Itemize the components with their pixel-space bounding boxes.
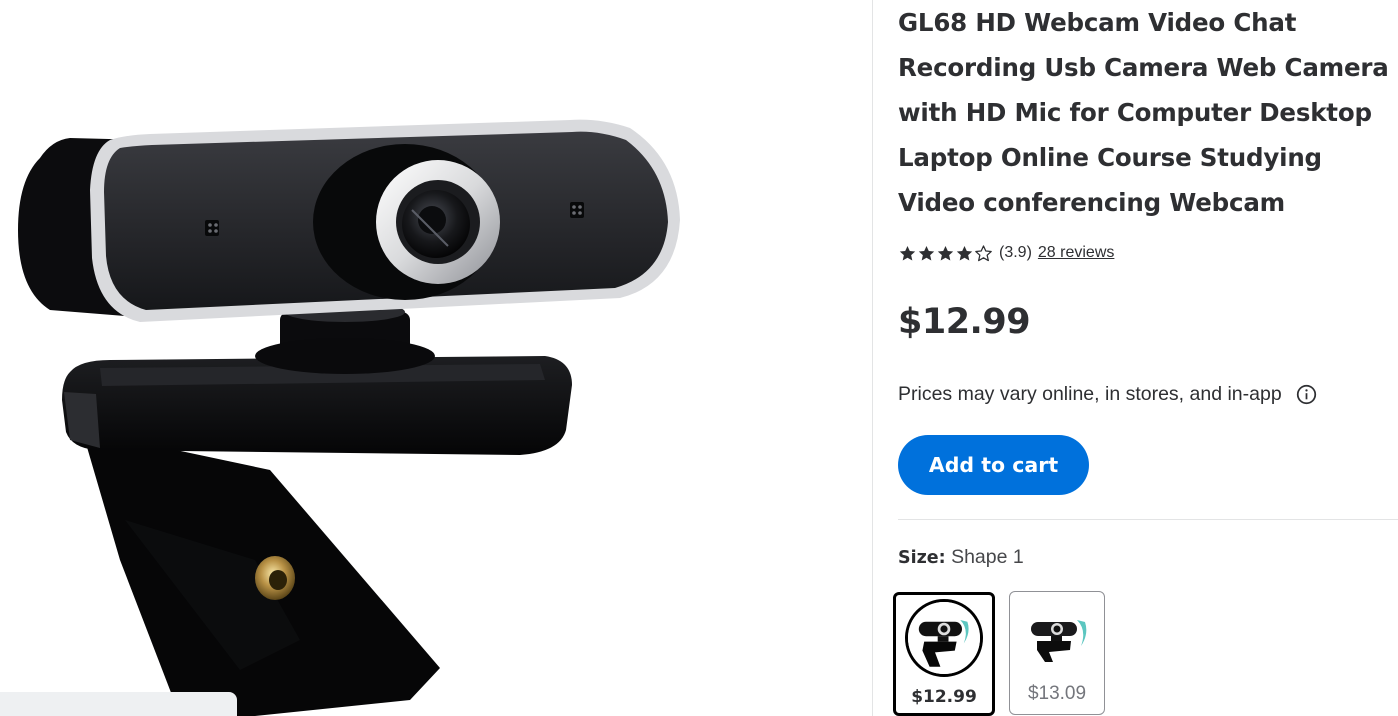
product-image-webcam[interactable] <box>0 0 872 716</box>
pane-divider <box>872 0 873 716</box>
star-filled-icon <box>899 245 916 261</box>
star-filled-icon <box>956 245 973 261</box>
product-title: GL68 HD Webcam Video Chat Recording Usb … <box>898 8 1389 217</box>
product-page: GL68 HD Webcam Video Chat Recording Usb … <box>0 0 1398 716</box>
variant-price: $12.99 <box>911 687 977 707</box>
rating-value: (3.9) <box>999 244 1032 261</box>
reviews-link[interactable]: 28 reviews <box>1038 244 1114 262</box>
star-filled-icon <box>937 245 954 261</box>
variant-thumbnail-image <box>1017 598 1097 678</box>
image-bottom-tab <box>0 692 237 716</box>
product-price: $12.99 <box>898 302 1031 342</box>
rating-stars <box>898 244 993 263</box>
star-filled-icon <box>918 245 935 261</box>
size-label: Size: Shape 1 <box>898 546 1024 569</box>
price-note: Prices may vary online, in stores, and i… <box>898 383 1317 406</box>
info-circle-icon[interactable] <box>1296 384 1317 405</box>
variant-price: $13.09 <box>1027 683 1087 704</box>
size-option-2[interactable]: $13.09 <box>1009 591 1105 715</box>
product-image-pane <box>0 0 872 716</box>
variant-thumbnail-image <box>905 599 983 677</box>
rating-row[interactable]: (3.9) 28 reviews <box>898 240 1114 266</box>
add-to-cart-button[interactable]: Add to cart <box>898 435 1089 495</box>
section-divider <box>898 519 1398 520</box>
size-selected-value: Shape 1 <box>951 546 1024 568</box>
product-info-panel: GL68 HD Webcam Video Chat Recording Usb … <box>893 0 1398 716</box>
size-option-shape-1[interactable]: $12.99 <box>893 592 995 716</box>
price-note-text: Prices may vary online, in stores, and i… <box>898 383 1282 405</box>
size-label-key: Size: <box>898 548 946 568</box>
star-outline-icon <box>975 244 992 261</box>
